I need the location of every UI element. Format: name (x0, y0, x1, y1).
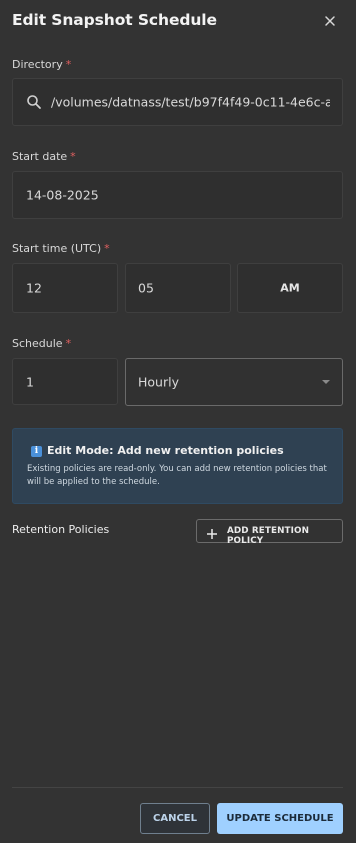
add-retention-policy-label: ADD RETENTION POLICY (227, 526, 310, 546)
minute-input[interactable]: 05 (125, 263, 231, 313)
search-icon (26, 94, 42, 110)
start-time-label: Start time (UTC) * (12, 242, 110, 255)
start-date-value: 14-08-2025 (26, 187, 99, 203)
hour-input[interactable]: 12 (12, 263, 118, 313)
am-pm-toggle[interactable]: AM (237, 263, 343, 313)
start-date-label: Start date * (12, 150, 76, 163)
start-date-input[interactable]: 14-08-2025 (12, 171, 343, 219)
add-retention-policy-button[interactable]: ADD RETENTION POLICY (196, 519, 343, 546)
footer-divider (12, 787, 343, 788)
cancel-button[interactable]: CANCEL (140, 803, 210, 834)
required-mark: * (70, 150, 76, 163)
directory-label: Directory * (12, 58, 72, 71)
edit-mode-info-banner: i Edit Mode: Add new retention policies … (12, 428, 343, 504)
close-icon[interactable] (322, 13, 338, 29)
interval-value: 1 (26, 374, 34, 389)
schedule-label: Schedule * (12, 337, 72, 350)
required-mark: * (65, 58, 72, 71)
info-banner-text: Existing policies are read-only. You can… (27, 464, 327, 487)
plus-icon (206, 525, 218, 539)
dialog-title: Edit Snapshot Schedule (12, 11, 217, 29)
info-icon: i (31, 446, 42, 457)
update-schedule-button[interactable]: UPDATE SCHEDULE (217, 803, 343, 834)
schedule-frequency-select[interactable]: Hourly (125, 358, 343, 406)
info-banner-title: Edit Mode: Add new retention policies (47, 444, 284, 457)
directory-value: /volumes/datnass/test/b97f4f49-0c11-4e6c… (51, 94, 330, 110)
hour-value: 12 (26, 280, 42, 296)
minute-value: 05 (138, 280, 154, 296)
frequency-value: Hourly (138, 374, 179, 390)
edit-snapshot-schedule-dialog: Edit Snapshot Schedule Directory * /volum… (0, 0, 356, 843)
directory-input[interactable]: /volumes/datnass/test/b97f4f49-0c11-4e6c… (12, 78, 343, 126)
required-mark: * (65, 337, 72, 350)
chevron-down-icon (322, 380, 330, 384)
schedule-interval-input[interactable]: 1 (12, 358, 118, 405)
required-mark: * (104, 242, 110, 255)
retention-policies-label: Retention Policies (12, 523, 110, 536)
am-pm-value: AM (280, 281, 300, 295)
